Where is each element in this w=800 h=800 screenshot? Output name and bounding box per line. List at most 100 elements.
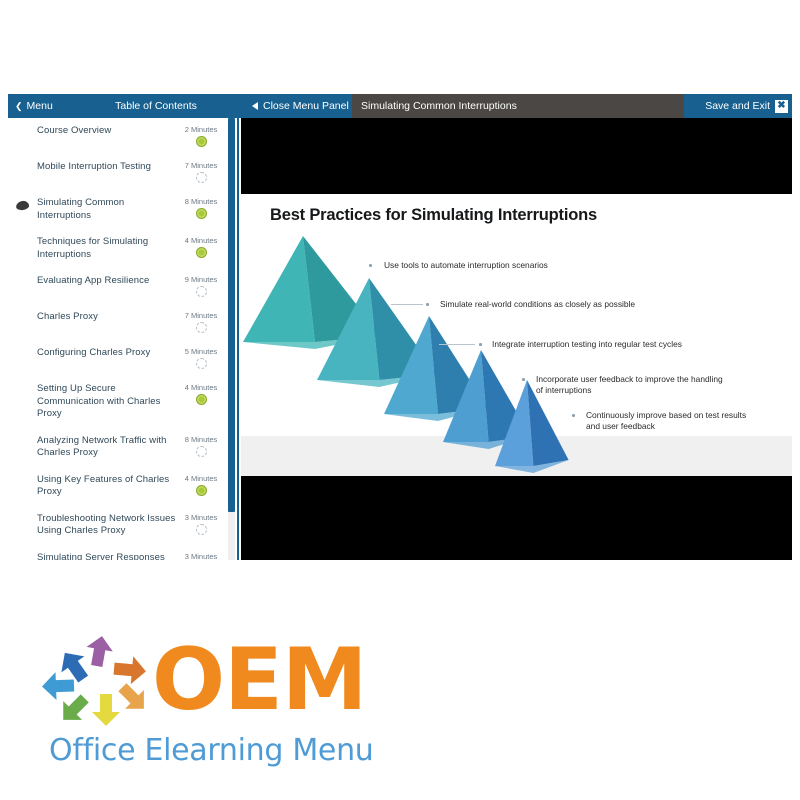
- item-marker-placeholder: [16, 240, 30, 249]
- bullet-marker-icon: [426, 303, 429, 306]
- status-incomplete-icon: [195, 322, 207, 333]
- toc-item-duration: 9 Minutes: [184, 275, 218, 284]
- status-complete-icon: [195, 136, 207, 147]
- toc-item-meta: 5 Minutes: [177, 347, 225, 369]
- bullet-connector-line: [391, 304, 423, 305]
- item-marker-placeholder: [16, 279, 30, 288]
- toc-item[interactable]: Troubleshooting Network Issues Using Cha…: [8, 506, 230, 545]
- save-and-exit-button[interactable]: Save and Exit: [705, 100, 770, 112]
- close-menu-panel-button[interactable]: Close Menu Panel: [242, 100, 352, 112]
- toc-item-meta: 3 Minutes: [177, 513, 225, 535]
- toc-item-duration: 8 Minutes: [184, 197, 218, 206]
- toc-item-label: Configuring Charles Proxy: [37, 347, 151, 358]
- item-marker-placeholder: [16, 439, 30, 448]
- bullet-marker-icon: [522, 378, 525, 381]
- toc-item[interactable]: Configuring Charles Proxy 5 Minutes: [8, 340, 230, 376]
- status-complete-icon: [195, 247, 207, 258]
- toc-item-duration: 7 Minutes: [184, 311, 218, 320]
- current-item-marker-icon: [16, 201, 30, 210]
- toc-item[interactable]: Course Overview 2 Minutes: [8, 118, 230, 154]
- pyramid-funnel-graphic: [243, 236, 569, 473]
- item-marker-placeholder: [16, 351, 30, 360]
- table-of-contents-sidebar: Course Overview 2 Minutes Mobile Interrupt…: [8, 118, 239, 560]
- toc-item-label: Charles Proxy: [37, 311, 98, 322]
- toc-item-duration: 5 Minutes: [184, 347, 218, 356]
- toc-item-meta: 2 Minutes: [177, 125, 225, 147]
- toc-item-label: Mobile Interruption Testing: [37, 161, 151, 172]
- toc-item[interactable]: Using Key Features of Charles Proxy 4 Min…: [8, 467, 230, 506]
- table-of-contents-title: Table of Contents: [115, 100, 197, 112]
- status-complete-icon: [195, 208, 207, 219]
- toc-item-duration: 4 Minutes: [184, 473, 218, 483]
- toc-item-meta: 8 Minutes: [177, 197, 225, 219]
- course-player-window: ❮ Menu Table of Contents Close Menu Pane…: [8, 94, 792, 560]
- toc-item-duration: 3 Minutes: [184, 512, 218, 522]
- close-icon[interactable]: ✖: [775, 99, 788, 113]
- status-incomplete-icon: [195, 286, 207, 297]
- triangle-left-icon: [252, 102, 258, 110]
- status-incomplete-icon: [195, 523, 207, 535]
- bullet-marker-icon: [369, 264, 372, 267]
- logo-arrow-6-icon: [63, 694, 89, 720]
- status-complete-icon: [195, 484, 207, 496]
- toc-item[interactable]: Simulating Common Interruptions 8 Minutes: [8, 190, 230, 229]
- logo-arrow-2-icon: [86, 636, 113, 668]
- slide-stage: Best Practices for Simulating Interrupti…: [241, 118, 792, 560]
- chevron-left-icon: ❮: [15, 100, 23, 111]
- topbar-left-group: ❮ Menu Table of Contents Close Menu Pane…: [8, 94, 352, 118]
- slide-bullet-text: Continuously improve based on test resul…: [586, 410, 747, 431]
- toc-list[interactable]: Course Overview 2 Minutes Mobile Interrupt…: [8, 118, 230, 560]
- slide-bullet-text: Simulate real-world conditions as closel…: [440, 299, 636, 309]
- toc-item-meta: 8 Minutes: [177, 435, 225, 457]
- slide-bullet-text: Use tools to automate interruption scena…: [384, 260, 548, 270]
- toc-item-meta: 9 Minutes: [177, 275, 225, 297]
- toc-item-label: Troubleshooting Network Issues Using Cha…: [37, 512, 176, 537]
- slide-bullet-text: Incorporate user feedback to improve the…: [536, 374, 723, 395]
- toc-item-label: Techniques for Simulating Interruptions: [37, 236, 149, 260]
- logo-arrow-5-icon: [92, 694, 120, 726]
- toc-item-meta: 3 Minutes: [177, 552, 225, 561]
- toc-item-label: Evaluating App Resilience: [37, 275, 150, 286]
- toc-item-label: Using Key Features of Charles Proxy: [37, 473, 170, 498]
- sidebar-scrollbar-track[interactable]: [228, 118, 235, 560]
- logo-arrow-3-icon: [113, 656, 146, 685]
- slide-canvas: Best Practices for Simulating Interrupti…: [241, 194, 792, 476]
- toc-item[interactable]: Charles Proxy 7 Minutes: [8, 304, 230, 340]
- toc-item-duration: 4 Minutes: [184, 236, 218, 245]
- toc-item[interactable]: Evaluating App Resilience 9 Minutes: [8, 268, 230, 304]
- bullet-connector-line: [439, 344, 475, 345]
- toc-item-duration: 3 Minutes: [184, 551, 218, 561]
- sidebar-scrollbar-thumb[interactable]: [228, 118, 235, 512]
- toc-item-meta: 4 Minutes: [177, 474, 225, 496]
- slide-bullet-text: Integrate interruption testing into regu…: [492, 339, 682, 349]
- toc-item-meta: 7 Minutes: [177, 311, 225, 333]
- arrows-cluster-icon: [42, 636, 146, 726]
- toc-item-duration: 4 Minutes: [184, 383, 218, 392]
- toc-item[interactable]: Techniques for Simulating Interruptions 4…: [8, 229, 230, 268]
- toc-item-label: Course Overview: [37, 125, 112, 136]
- status-incomplete-icon: [195, 172, 207, 183]
- toc-item-duration: 8 Minutes: [184, 434, 218, 444]
- toc-item-label: Simulating Common Interruptions: [37, 197, 125, 221]
- bullet-marker-icon: [572, 414, 575, 417]
- logo-arrow-7-icon: [42, 672, 75, 701]
- toc-item-meta: 4 Minutes: [177, 383, 225, 405]
- toc-item-duration: 2 Minutes: [184, 125, 218, 134]
- item-marker-placeholder: [16, 556, 30, 561]
- menu-button-label: Menu: [26, 100, 53, 112]
- item-marker-placeholder: [16, 478, 30, 487]
- toc-item-meta: 4 Minutes: [177, 236, 225, 258]
- status-incomplete-icon: [195, 358, 207, 369]
- item-marker-placeholder: [16, 129, 30, 138]
- status-complete-icon: [195, 394, 207, 405]
- oem-tagline: Office Elearning Menu: [49, 733, 374, 768]
- toc-item-meta: 7 Minutes: [177, 161, 225, 183]
- toc-item[interactable]: Analyzing Network Traffic with Charles P…: [8, 428, 230, 467]
- item-marker-placeholder: [16, 315, 30, 324]
- toc-item[interactable]: Mobile Interruption Testing 7 Minutes: [8, 154, 230, 190]
- toc-item[interactable]: Setting Up Secure Communication with Cha…: [8, 376, 230, 428]
- menu-button[interactable]: ❮ Menu: [8, 100, 70, 112]
- toc-item[interactable]: Simulating Server Responses with Charles…: [8, 545, 230, 561]
- status-incomplete-icon: [195, 445, 207, 457]
- toc-item-label: Simulating Server Responses with Charles…: [37, 551, 165, 561]
